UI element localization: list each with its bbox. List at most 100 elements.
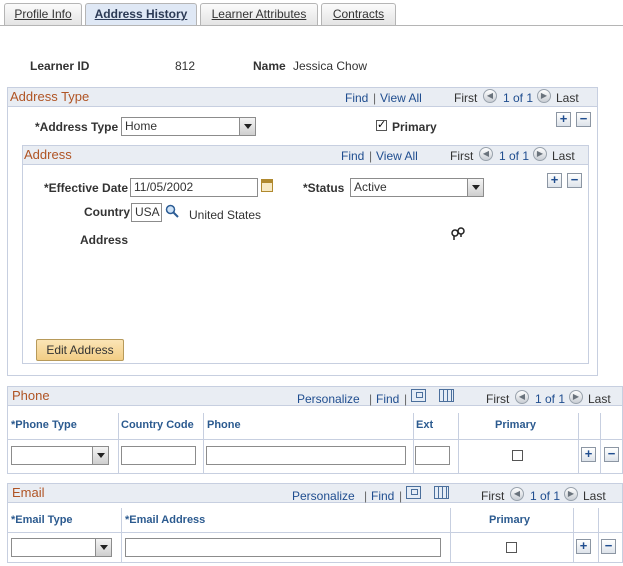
previous-icon[interactable]: ◀ <box>510 487 524 501</box>
col-email-primary: Primary <box>489 514 530 526</box>
email-title: Email <box>12 485 45 500</box>
country-description: United States <box>189 208 262 222</box>
phone-box: Phone Personalize | Find | First ◀ 1 of … <box>7 386 623 474</box>
email-find-link[interactable]: Find <box>371 489 394 503</box>
chevron-down-icon[interactable] <box>92 447 108 464</box>
edit-address-button[interactable]: Edit Address <box>36 339 124 361</box>
email-primary-checkbox[interactable] <box>506 542 517 553</box>
next-icon[interactable]: ▶ <box>533 147 547 161</box>
address-type-find-link[interactable]: Find <box>345 91 368 105</box>
view-in-new-window-icon[interactable] <box>406 486 421 499</box>
status-label: *Status <box>303 181 345 195</box>
col-email-type: *Email Type <box>11 514 73 526</box>
email-personalize-link[interactable]: Personalize <box>292 489 355 503</box>
tab-divider <box>0 25 623 26</box>
people-icon <box>449 226 467 242</box>
phone-find-link[interactable]: Find <box>376 392 399 406</box>
address-type-count: 1 of 1 <box>503 91 534 105</box>
address-count: 1 of 1 <box>499 149 530 163</box>
address-type-first: First <box>454 91 478 105</box>
address-type-view-all-link[interactable]: View All <box>380 91 422 105</box>
tab-profile-info[interactable]: Profile Info <box>4 3 82 25</box>
previous-icon[interactable]: ◀ <box>479 147 493 161</box>
phone-personalize-link[interactable]: Personalize <box>297 392 360 406</box>
email-header: Email Personalize | Find | First ◀ 1 of … <box>8 484 622 503</box>
email-box: Email Personalize | Find | First ◀ 1 of … <box>7 483 623 563</box>
col-email-address: *Email Address <box>125 514 206 526</box>
address-find-link[interactable]: Find <box>341 149 364 163</box>
phone-input[interactable] <box>206 446 406 465</box>
download-grid-icon[interactable] <box>439 389 454 402</box>
name-label: Name <box>253 59 286 73</box>
phone-last: Last <box>588 392 611 406</box>
address-title: Address <box>24 147 72 162</box>
add-row-button[interactable]: + <box>547 173 562 188</box>
previous-icon[interactable]: ◀ <box>515 390 529 404</box>
col-ext: Ext <box>416 419 434 431</box>
address-type-box: Address Type Find | View All First ◀ 1 o… <box>7 87 598 376</box>
ext-input[interactable] <box>415 446 450 465</box>
phone-count: 1 of 1 <box>535 392 566 406</box>
address-first: First <box>450 149 474 163</box>
country-code-input[interactable] <box>121 446 196 465</box>
search-icon[interactable] <box>165 204 179 218</box>
delete-row-button[interactable]: − <box>604 447 619 462</box>
address-view-all-link[interactable]: View All <box>376 149 418 163</box>
delete-row-button[interactable]: − <box>576 112 591 127</box>
chevron-down-icon[interactable] <box>239 118 255 135</box>
calendar-icon[interactable] <box>261 179 273 192</box>
add-row-button[interactable]: + <box>581 447 596 462</box>
next-icon[interactable]: ▶ <box>564 487 578 501</box>
tab-learner-attributes[interactable]: Learner Attributes <box>200 3 318 25</box>
address-type-header: Address Type Find | View All First ◀ 1 o… <box>8 88 597 107</box>
effective-date-label: *Effective Date <box>44 181 129 195</box>
next-icon[interactable]: ▶ <box>537 89 551 103</box>
add-row-button[interactable]: + <box>556 112 571 127</box>
col-phone-type: *Phone Type <box>11 419 77 431</box>
learner-id-label: Learner ID <box>30 59 90 73</box>
nav-separator: | <box>404 392 408 406</box>
primary-checkbox[interactable]: ✓ <box>376 120 387 131</box>
delete-row-button[interactable]: − <box>567 173 582 188</box>
address-type-select[interactable]: Home <box>121 117 256 136</box>
view-in-new-window-icon[interactable] <box>411 389 426 402</box>
email-count: 1 of 1 <box>530 489 561 503</box>
address-box: Address Find | View All First ◀ 1 of 1 ▶… <box>22 145 589 364</box>
email-address-input[interactable] <box>125 538 441 557</box>
col-country-code: Country Code <box>121 419 194 431</box>
add-row-button[interactable]: + <box>576 539 591 554</box>
phone-title: Phone <box>12 388 50 403</box>
tab-address-history[interactable]: Address History <box>85 3 197 26</box>
address-header: Address Find | View All First ◀ 1 of 1 ▶… <box>23 146 588 165</box>
nav-separator: | <box>373 91 377 105</box>
country-input[interactable]: USA <box>131 203 162 222</box>
email-first: First <box>481 489 505 503</box>
address-type-label: *Address Type <box>35 120 119 134</box>
status-select[interactable]: Active <box>350 178 484 197</box>
nav-separator: | <box>369 392 373 406</box>
delete-row-button[interactable]: − <box>601 539 616 554</box>
address-type-last: Last <box>556 91 579 105</box>
next-icon[interactable]: ▶ <box>569 390 583 404</box>
nav-separator: | <box>364 489 368 503</box>
learner-id-value: 812 <box>175 59 196 73</box>
previous-icon[interactable]: ◀ <box>483 89 497 103</box>
col-phone: Phone <box>207 419 241 431</box>
phone-first: First <box>486 392 510 406</box>
email-type-select[interactable] <box>11 538 112 557</box>
address-label: Address <box>80 233 129 247</box>
tab-contracts[interactable]: Contracts <box>321 3 396 25</box>
download-grid-icon[interactable] <box>434 486 449 499</box>
chevron-down-icon[interactable] <box>95 539 111 556</box>
phone-primary-checkbox[interactable] <box>512 450 523 461</box>
address-last: Last <box>552 149 575 163</box>
primary-label: Primary <box>392 120 437 134</box>
address-type-title: Address Type <box>10 89 90 104</box>
nav-separator: | <box>399 489 403 503</box>
phone-type-select[interactable] <box>11 446 109 465</box>
effective-date-input[interactable]: 11/05/2002 <box>130 178 258 197</box>
address-type-value: Home <box>125 119 158 133</box>
chevron-down-icon[interactable] <box>467 179 483 196</box>
email-last: Last <box>583 489 606 503</box>
phone-header: Phone Personalize | Find | First ◀ 1 of … <box>8 387 622 406</box>
